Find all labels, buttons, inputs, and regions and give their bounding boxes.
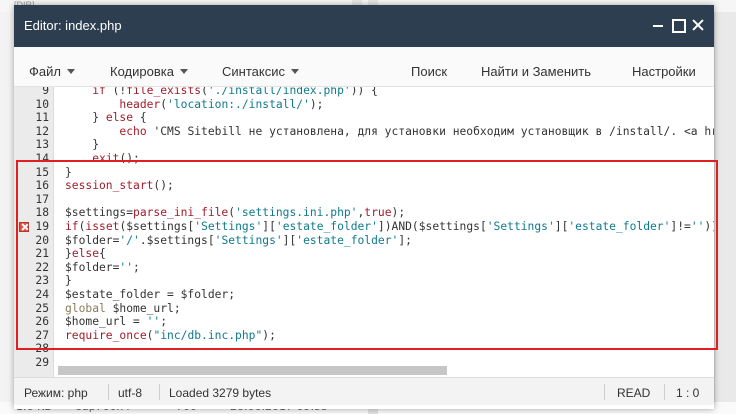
status-divider — [108, 384, 109, 400]
code-text: $folder=''; — [65, 260, 140, 274]
code-text: $home_url = ''; — [65, 315, 168, 329]
chevron-down-icon — [179, 69, 188, 74]
status-divider — [664, 384, 665, 400]
status-access: READ — [617, 386, 651, 400]
code-text: if(isset($settings['Settings']['estate_f… — [65, 220, 714, 233]
code-line: 19 if(isset($settings['Settings']['estate… — [14, 220, 714, 234]
code-line: 27 require_once("inc/db.inc.php"); — [14, 329, 714, 343]
settings-button[interactable]: Настройки — [632, 64, 696, 79]
line-number: 24 — [35, 288, 49, 301]
line-number: 16 — [35, 179, 49, 193]
code-line: 21 }else{ — [14, 247, 714, 261]
editor-menubar: Файл Кодировка Синтаксис Поиск Найти и З… — [14, 47, 714, 87]
line-number: 20 — [35, 233, 49, 247]
line-number: 21 — [35, 247, 49, 261]
close-icon[interactable] — [690, 17, 706, 33]
code-line: 24 $estate_folder = $folder; — [14, 288, 714, 302]
line-number: 10 — [35, 97, 49, 111]
code-line: 9 if (!file_exists('./install/index.php'… — [14, 87, 714, 98]
code-text: $estate_folder = $folder; — [65, 288, 236, 301]
menu-file[interactable]: Файл — [29, 64, 75, 79]
code-text: global $home_url; — [65, 301, 181, 315]
status-bar: Режим: php utf-8 Loaded 3279 bytes READ … — [14, 377, 714, 405]
line-number: 22 — [35, 260, 49, 274]
menu-encoding[interactable]: Кодировка — [110, 64, 188, 79]
code-text: session_start(); — [65, 179, 174, 193]
code-line: 12 echo 'CMS Sitebill не установлена, дл… — [14, 125, 714, 139]
search-button[interactable]: Поиск — [411, 64, 447, 79]
code-line: 16 session_start(); — [14, 179, 714, 193]
code-text: } — [65, 165, 72, 179]
code-line: 23} — [14, 274, 714, 288]
vertical-scrollbar[interactable] — [698, 87, 710, 365]
code-text: require_once("inc/db.inc.php"); — [65, 328, 276, 342]
menu-syntax-label: Синтаксис — [222, 64, 285, 79]
code-line: 18 $settings=parse_ini_file('settings.ini… — [14, 206, 714, 220]
code-line: 14 exit(); — [14, 152, 714, 166]
menu-syntax[interactable]: Синтаксис — [222, 64, 299, 79]
code-line: 10 header('location:./install/'); — [14, 98, 714, 112]
line-number: 13 — [35, 138, 49, 152]
code-editor[interactable]: 9 if (!file_exists('./install/index.php'… — [14, 87, 714, 377]
find-replace-button[interactable]: Найти и Заменить — [481, 64, 591, 79]
code-line: 25 global $home_url; — [14, 302, 714, 316]
background-scrollbar — [714, 12, 736, 414]
window-title: Editor: index.php — [24, 18, 122, 33]
code-text: header('location:./install/'); — [119, 97, 324, 111]
code-text: } else { — [65, 111, 147, 125]
code-line: 22 $folder=''; — [14, 261, 714, 275]
code-line: 15} — [14, 166, 714, 180]
code-line: 26 $home_url = ''; — [14, 315, 714, 329]
horizontal-scrollbar-thumb[interactable] — [58, 366, 447, 375]
line-number: 28 — [35, 342, 49, 356]
code-line: 28 — [14, 342, 714, 356]
error-icon[interactable] — [19, 222, 29, 232]
code-text: exit(); — [92, 152, 140, 165]
code-line: 17 — [14, 193, 714, 207]
line-number: 9 — [42, 87, 49, 97]
line-number: 11 — [35, 111, 49, 125]
line-number: 17 — [35, 192, 49, 206]
status-loaded: Loaded 3279 bytes — [169, 386, 272, 400]
status-divider — [604, 384, 605, 400]
maximize-icon[interactable] — [669, 17, 686, 33]
line-number: 23 — [35, 274, 49, 288]
status-cursor-position: 1 : 0 — [676, 386, 700, 400]
code-text: }else{ — [65, 247, 106, 261]
code-line: 11 } else { — [14, 111, 714, 125]
line-number: 15 — [35, 165, 49, 179]
status-mode: Режим: php — [24, 386, 88, 400]
editor-window: Editor: index.php Файл Кодировка Синтакс… — [14, 5, 714, 409]
window-titlebar[interactable]: Editor: index.php — [14, 5, 714, 47]
code-line: 20 $folder='/'.$settings['Settings']['est… — [14, 234, 714, 248]
line-number: 26 — [35, 315, 49, 329]
code-text: $settings=parse_ini_file('settings.ini.p… — [65, 206, 406, 220]
code-line: 13 } — [14, 138, 714, 152]
line-number: 27 — [35, 328, 49, 342]
line-number: 14 — [35, 152, 49, 165]
chevron-down-icon — [290, 69, 299, 74]
minimize-icon[interactable] — [650, 17, 666, 33]
code-text: if (!file_exists('./install/index.php'))… — [92, 87, 378, 97]
code-text: } — [65, 274, 72, 288]
status-divider — [159, 384, 160, 400]
line-number: 25 — [35, 301, 49, 315]
code-text: $folder='/'.$settings['Settings']['estat… — [65, 233, 412, 247]
menu-file-label: Файл — [29, 64, 61, 79]
status-encoding: utf-8 — [118, 386, 143, 400]
code-text: } — [65, 138, 100, 152]
menu-encoding-label: Кодировка — [110, 64, 174, 79]
code-text: echo 'CMS Sitebill не установлена, для у… — [119, 124, 714, 138]
line-number: 29 — [35, 356, 49, 369]
line-number: 18 — [35, 206, 49, 220]
chevron-down-icon — [66, 69, 75, 74]
line-number: 12 — [35, 124, 49, 138]
